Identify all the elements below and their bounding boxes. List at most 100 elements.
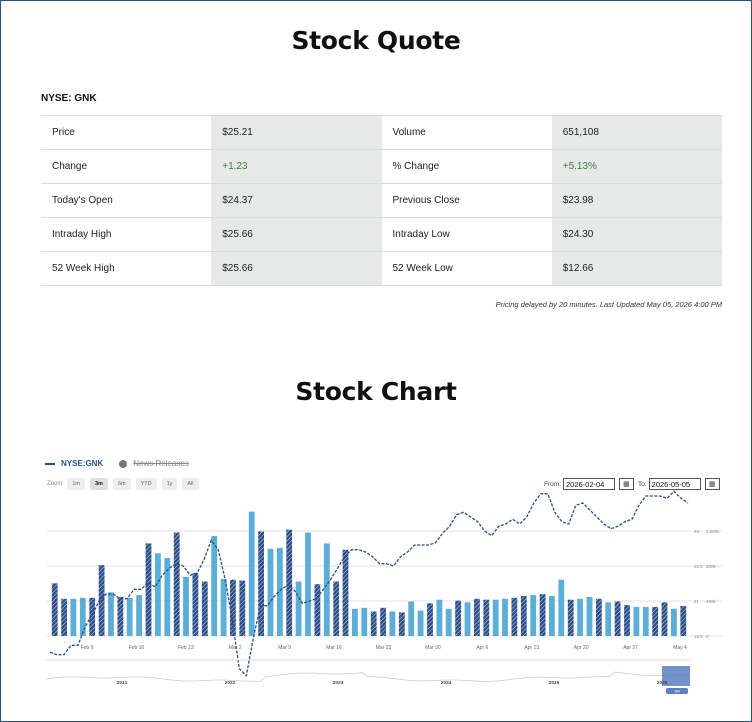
volume-bar bbox=[51, 583, 58, 636]
volume-bar bbox=[305, 532, 311, 636]
quote-value: +5.13% bbox=[551, 149, 722, 184]
quote-value: +1.23 bbox=[211, 149, 382, 184]
x-tick-label: May 4 bbox=[673, 645, 687, 651]
volume-bar bbox=[539, 594, 546, 636]
volume-bar bbox=[511, 597, 518, 636]
volume-bar bbox=[323, 543, 330, 636]
volume-bar bbox=[239, 580, 246, 636]
quote-row: Today's Open $24.37 Previous Close $23.9… bbox=[41, 183, 722, 218]
volume-bar bbox=[624, 605, 630, 636]
volume-bar bbox=[220, 578, 227, 636]
quote-value: $23.98 bbox=[551, 183, 722, 218]
quote-label: Change bbox=[41, 149, 212, 184]
quote-value: $25.66 bbox=[211, 217, 382, 252]
quote-row: Change +1.23 % Change +5.13% bbox=[41, 149, 722, 184]
quote-value: $12.66 bbox=[551, 251, 722, 286]
volume-bar bbox=[652, 606, 659, 636]
volume-bar bbox=[108, 592, 114, 636]
quote-label: % Change bbox=[381, 149, 552, 184]
x-tick-label: Mar 9 bbox=[278, 645, 291, 651]
volume-tick-label: 800k bbox=[706, 564, 717, 569]
quote-value: $25.66 bbox=[211, 251, 382, 286]
volume-bar bbox=[577, 598, 583, 636]
volume-bar bbox=[614, 601, 621, 636]
navigator-year-label: 2022 bbox=[225, 680, 236, 686]
volume-bar bbox=[661, 602, 668, 636]
volume-bar bbox=[286, 529, 293, 636]
navigator-year-label: 2024 bbox=[441, 680, 452, 686]
pricing-delay-note: Pricing delayed by 20 minutes. Last Upda… bbox=[495, 300, 722, 309]
navigator-year-label: 2021 bbox=[117, 680, 128, 686]
price-tick-label: 19.5 bbox=[694, 634, 703, 639]
volume-bar bbox=[342, 549, 349, 636]
volume-bar bbox=[605, 602, 612, 636]
volume-bar bbox=[201, 581, 208, 636]
price-tick-label: 24 bbox=[694, 529, 700, 534]
quote-label: Price bbox=[41, 115, 212, 150]
volume-bar bbox=[248, 511, 255, 636]
quote-label: 52 Week High bbox=[41, 251, 212, 286]
volume-bar bbox=[155, 553, 161, 636]
volume-tick-label: 400k bbox=[706, 599, 717, 604]
volume-bar bbox=[445, 608, 452, 637]
quote-value: 651,108 bbox=[551, 115, 722, 150]
volume-bar bbox=[530, 595, 537, 636]
volume-bar bbox=[680, 606, 687, 636]
volume-bar bbox=[558, 579, 565, 636]
quote-row: Intraday High $25.66 Intraday Low $24.30 bbox=[41, 217, 722, 252]
volume-bar bbox=[586, 596, 593, 636]
ticker-label: NYSE: GNK bbox=[41, 93, 97, 104]
volume-bar bbox=[549, 596, 555, 636]
quote-value: $24.37 bbox=[211, 183, 382, 218]
x-tick-label: Apr 13 bbox=[524, 645, 539, 651]
volume-bar bbox=[398, 612, 405, 636]
volume-bar bbox=[70, 598, 77, 636]
volume-bar bbox=[427, 603, 433, 636]
x-tick-label: Mar 23 bbox=[376, 645, 392, 651]
volume-bar bbox=[520, 596, 527, 636]
volume-bar bbox=[474, 598, 480, 636]
volume-bar bbox=[211, 536, 218, 636]
quote-label: Volume bbox=[381, 115, 552, 150]
quote-value: $24.30 bbox=[551, 217, 722, 252]
x-tick-label: Apr 6 bbox=[476, 645, 488, 651]
price-tick-label: 21 bbox=[694, 599, 700, 604]
volume-bar bbox=[352, 608, 358, 637]
navigator-line bbox=[45, 671, 691, 682]
navigator-year-label: 2025 bbox=[549, 680, 560, 686]
x-tick-label: Mar 2 bbox=[229, 645, 242, 651]
volume-bar bbox=[380, 607, 386, 636]
volume-bar bbox=[267, 548, 274, 636]
stock-quote-title: Stock Quote bbox=[291, 26, 461, 55]
stock-chart[interactable]: 24 1,200k22.5 800k21 400k19.5 0Feb 9 Feb 16 Fe… bbox=[0, 450, 752, 700]
volume-bar bbox=[483, 599, 490, 636]
volume-bar bbox=[492, 599, 499, 636]
volume-bar bbox=[61, 598, 67, 636]
volume-bar bbox=[361, 607, 368, 636]
x-tick-label: Mar 16 bbox=[326, 645, 342, 651]
volume-bar bbox=[192, 573, 199, 636]
quote-row: Price $25.21 Volume 651,108 bbox=[41, 115, 722, 150]
volume-bar bbox=[89, 597, 96, 636]
quote-label: Intraday Low bbox=[381, 217, 552, 252]
x-tick-label: Apr 27 bbox=[623, 645, 638, 651]
volume-bar bbox=[126, 597, 133, 636]
volume-bar bbox=[314, 584, 321, 636]
navigator-badge: 3M bbox=[674, 689, 680, 694]
volume-bar bbox=[436, 599, 443, 636]
volume-bar bbox=[258, 531, 264, 636]
quote-label: 52 Week Low bbox=[381, 251, 552, 286]
volume-bar bbox=[117, 596, 124, 636]
volume-bar bbox=[417, 610, 424, 636]
volume-bar bbox=[502, 598, 508, 636]
x-tick-label: Apr 20 bbox=[574, 645, 589, 651]
volume-bar bbox=[567, 599, 574, 636]
navigator-year-label: 2023 bbox=[333, 680, 344, 686]
volume-bar bbox=[642, 606, 649, 636]
price-tick-label: 22.5 bbox=[694, 564, 703, 569]
navigator-year-label: 2026 bbox=[657, 680, 668, 686]
x-tick-label: Feb 23 bbox=[178, 645, 194, 651]
volume-tick-label: 1,200k bbox=[706, 529, 720, 534]
volume-bar bbox=[173, 532, 180, 636]
volume-bar bbox=[295, 581, 302, 636]
